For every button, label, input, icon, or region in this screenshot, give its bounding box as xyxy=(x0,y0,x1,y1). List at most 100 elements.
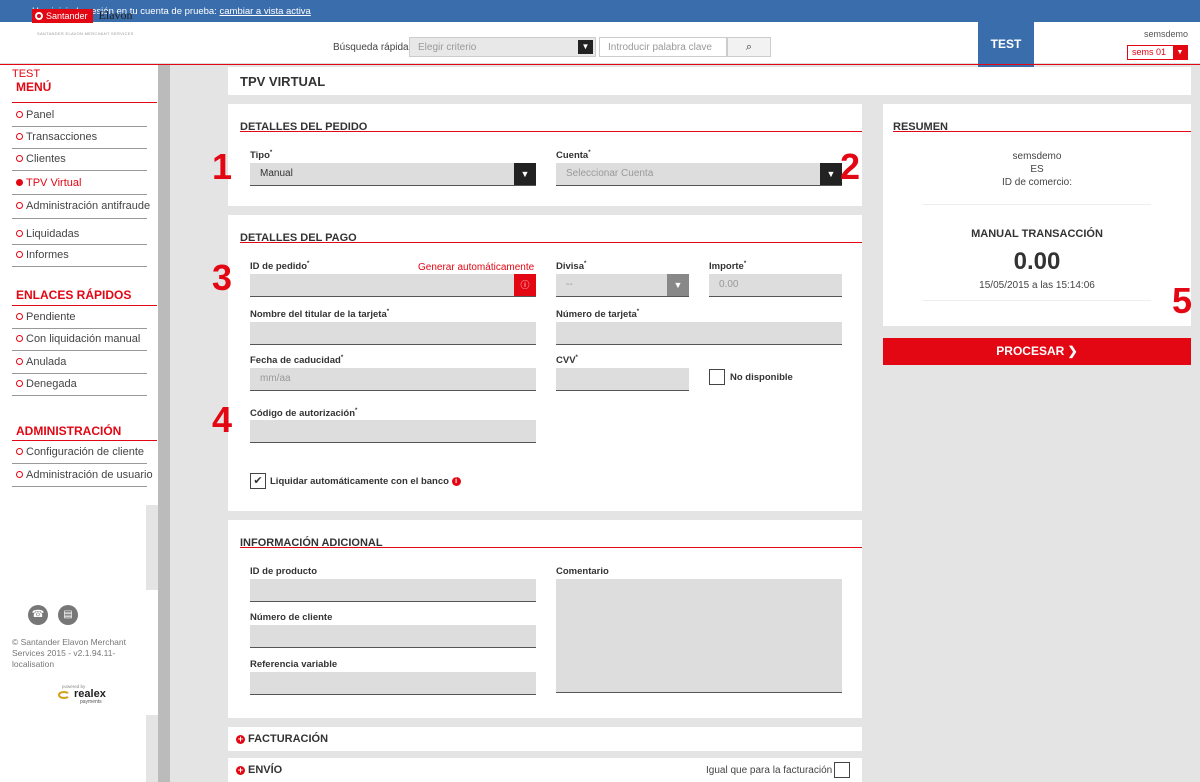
same-as-billing-checkbox[interactable] xyxy=(834,762,850,778)
search-keyword-input[interactable]: Introducir palabra clave xyxy=(599,37,727,57)
admin-item-user-admin[interactable]: Administración de usuario xyxy=(16,469,158,481)
sidebar-item-settled[interactable]: Liquidadas xyxy=(16,228,156,240)
chat-icon[interactable]: ▤ xyxy=(58,605,78,625)
plus-icon: + xyxy=(236,734,245,744)
callout-3: 3 xyxy=(212,257,233,298)
quick-links-heading-line xyxy=(12,305,157,306)
section-divider xyxy=(240,242,862,243)
callout-5: 5 xyxy=(1172,280,1193,321)
menu-heading: MENÚ xyxy=(16,80,52,94)
circle-icon xyxy=(16,380,23,387)
quick-link-manual-settlement[interactable]: Con liquidación manual xyxy=(16,333,156,345)
switch-to-live-link[interactable]: cambiar a vista activa xyxy=(220,6,311,17)
quick-links-heading: ENLACES RÁPIDOS xyxy=(16,288,132,302)
circle-icon xyxy=(16,471,23,478)
transaction-type-title: MANUAL TRANSACCIÓN xyxy=(971,228,1103,240)
santander-logo: Santander xyxy=(32,8,93,23)
circle-icon xyxy=(16,155,23,162)
auto-generate-link[interactable]: Generar automáticamente xyxy=(418,262,534,273)
circle-icon xyxy=(16,202,23,209)
quick-link-pending[interactable]: Pendiente xyxy=(16,311,156,323)
chevron-down-icon: ▼ xyxy=(578,40,593,54)
sidebar-env-label: TEST xyxy=(12,68,41,80)
currency-select[interactable]: -- ▼ xyxy=(556,274,689,297)
page-title-bar: TPV VIRTUAL xyxy=(228,67,1191,95)
cardholder-input[interactable] xyxy=(250,322,536,345)
chevron-down-icon: ▼ xyxy=(514,163,536,185)
info-icon[interactable]: ⓘ xyxy=(514,274,536,296)
sidebar-item-clients[interactable]: Clientes xyxy=(16,153,156,165)
sidebar-gutter xyxy=(158,65,170,782)
menu-heading-line xyxy=(12,102,157,103)
divider xyxy=(12,126,147,127)
product-id-input[interactable] xyxy=(250,579,536,602)
quick-link-voided[interactable]: Anulada xyxy=(16,356,156,368)
variable-reference-input[interactable] xyxy=(250,672,536,695)
sidebar-item-reports[interactable]: Informes xyxy=(16,249,156,261)
order-id-input[interactable]: ⓘ xyxy=(250,274,536,297)
circle-icon xyxy=(16,251,23,258)
cvv-not-available-checkbox[interactable] xyxy=(709,369,725,385)
cvv-input[interactable] xyxy=(556,368,689,391)
auth-code-label: Código de autorización* xyxy=(250,408,358,420)
divider xyxy=(12,463,147,464)
cvv-not-available-label: No disponible xyxy=(730,372,793,383)
type-select[interactable]: Manual ▼ xyxy=(250,163,536,186)
search-criteria-select[interactable]: Elegir criterio ▼ xyxy=(409,37,596,57)
chevron-down-icon: ▼ xyxy=(820,163,842,185)
summary-user: semsdemo xyxy=(1012,151,1062,162)
realex-logo-icon xyxy=(58,691,70,699)
divider xyxy=(12,266,147,267)
payment-details-panel: DETALLES DEL PAGO ID de pedido* Generar … xyxy=(228,215,862,511)
circle-icon xyxy=(16,133,23,140)
divider xyxy=(12,350,147,351)
auth-code-input[interactable] xyxy=(250,420,536,443)
billing-section-toggle[interactable]: + FACTURACIÓN xyxy=(228,727,862,751)
amount-input[interactable]: 0.00 xyxy=(709,274,842,297)
auto-settle-checkbox[interactable]: ✔ xyxy=(250,473,266,489)
quick-link-declined[interactable]: Denegada xyxy=(16,378,156,390)
info-icon[interactable]: i xyxy=(451,477,461,486)
shipping-section-toggle[interactable]: + ENVÍO Igual que para la facturación xyxy=(228,758,862,782)
cardholder-label: Nombre del titular de la tarjeta* xyxy=(250,309,390,321)
process-button[interactable]: PROCESAR ❯ xyxy=(883,338,1191,365)
trial-account-banner: Has iniciado sesión en tu cuenta de prue… xyxy=(0,0,1200,22)
callout-1: 1 xyxy=(212,146,233,187)
expiry-input[interactable]: mm/aa xyxy=(250,368,536,391)
sidebar-item-transactions[interactable]: Transacciones xyxy=(16,131,156,143)
quick-search-label: Búsqueda rápida: xyxy=(333,42,412,53)
logo: Santander Elavon xyxy=(32,8,133,23)
account-select[interactable]: sems 01 ▼ xyxy=(1127,45,1188,60)
realex-logo-sub: payments xyxy=(80,699,102,705)
customer-number-label: Número de cliente xyxy=(250,612,333,623)
divider xyxy=(12,148,147,149)
chevron-down-icon: ▼ xyxy=(667,274,689,296)
sidebar-item-virtual-terminal[interactable]: TPV Virtual xyxy=(16,177,156,189)
type-label: Tipo* xyxy=(250,150,273,162)
card-number-input[interactable] xyxy=(556,322,842,345)
phone-icon[interactable]: ☎ xyxy=(28,605,48,625)
sidebar-item-panel[interactable]: Panel xyxy=(16,109,156,121)
divider xyxy=(923,300,1151,301)
search-icon: ⌕ xyxy=(745,41,753,53)
account-select[interactable]: Seleccionar Cuenta ▼ xyxy=(556,163,842,186)
expiry-label: Fecha de caducidad* xyxy=(250,355,344,367)
customer-number-input[interactable] xyxy=(250,625,536,648)
amount-label: Importe* xyxy=(709,261,747,273)
sidebar-item-antifraud[interactable]: Administración antifraude xyxy=(16,200,156,212)
admin-item-client-config[interactable]: Configuración de cliente xyxy=(16,446,156,458)
chevron-down-icon: ▼ xyxy=(1173,46,1187,59)
currency-label: Divisa* xyxy=(556,261,587,273)
plus-icon: + xyxy=(236,765,245,775)
logo-subtitle: SANTANDER ELAVON MERCHANT SERVICES xyxy=(37,31,134,36)
page-title: TPV VIRTUAL xyxy=(240,74,326,89)
chevron-right-icon: ❯ xyxy=(1067,344,1078,358)
circle-icon xyxy=(16,230,23,237)
circle-icon xyxy=(16,358,23,365)
divider xyxy=(12,486,147,487)
check-icon: ✔ xyxy=(253,475,263,487)
divider xyxy=(923,204,1151,205)
search-button[interactable]: ⌕ xyxy=(727,37,771,57)
comment-textarea[interactable] xyxy=(556,579,842,693)
filled-circle-icon xyxy=(16,179,23,186)
